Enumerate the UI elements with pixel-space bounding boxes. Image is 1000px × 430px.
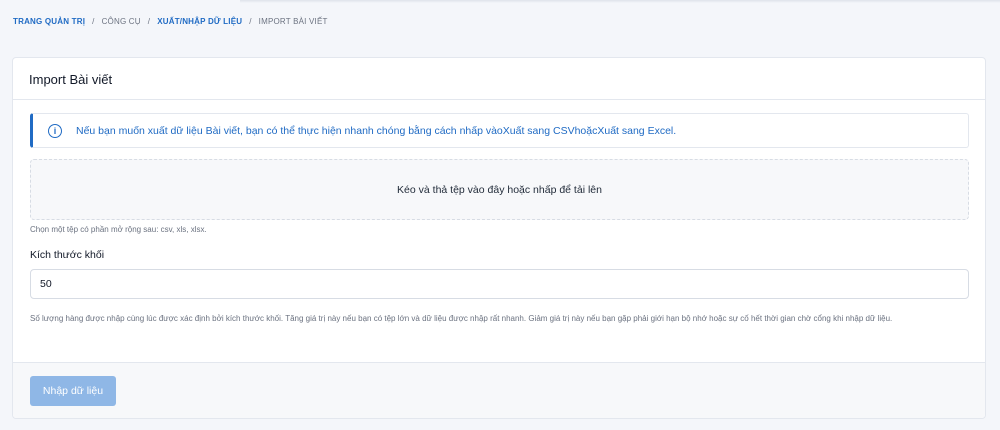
breadcrumb-separator: / <box>92 17 95 26</box>
breadcrumb-current-page: Import Bài viết <box>258 17 328 26</box>
chunk-size-input[interactable] <box>30 269 969 299</box>
breadcrumb-import-export-link[interactable]: Xuất/Nhập dữ liệu <box>157 17 242 26</box>
chunk-size-label: Kích thước khối <box>30 249 105 261</box>
file-dropzone[interactable]: Kéo và thả tệp vào đây hoặc nhấp để tải … <box>30 159 969 220</box>
alert-text: Nếu bạn muốn xuất dữ liệu Bài viết, bạn … <box>76 125 676 137</box>
breadcrumb-admin-link[interactable]: Trang quản trị <box>13 17 85 26</box>
chunk-size-help: Số lượng hàng được nhập cùng lúc được xá… <box>30 314 893 323</box>
breadcrumb: Trang quản trị / Công cụ / Xuất/Nhập dữ … <box>13 17 328 26</box>
alert-text-middle: hoặc <box>574 124 598 137</box>
info-icon: i <box>48 123 62 138</box>
alert-text-prefix: Nếu bạn muốn xuất dữ liệu Bài viết, bạn … <box>76 124 503 137</box>
dropzone-text: Kéo và thả tệp vào đây hoặc nhấp để tải … <box>397 183 602 196</box>
card-footer: Nhập dữ liệu <box>13 362 985 418</box>
export-info-alert: i Nếu bạn muốn xuất dữ liệu Bài viết, bạ… <box>30 113 969 148</box>
file-extension-hint: Chọn một tệp có phần mở rộng sau: csv, x… <box>30 225 207 234</box>
top-edge-shadow <box>240 0 1000 3</box>
export-csv-link[interactable]: Xuất sang CSV <box>503 125 575 137</box>
export-excel-link[interactable]: Xuất sang Excel <box>597 125 673 137</box>
breadcrumb-separator: / <box>249 17 252 26</box>
breadcrumb-tools: Công cụ <box>101 17 141 26</box>
breadcrumb-separator: / <box>147 17 151 26</box>
import-card: Import Bài viết i Nếu bạn muốn xuất dữ l… <box>12 57 986 419</box>
import-button[interactable]: Nhập dữ liệu <box>30 376 116 406</box>
alert-text-suffix: . <box>673 124 677 137</box>
card-title: Import Bài viết <box>13 58 985 100</box>
